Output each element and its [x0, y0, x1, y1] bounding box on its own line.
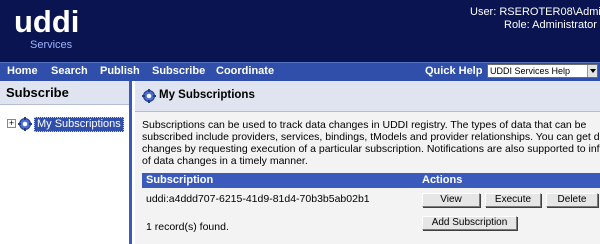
user-info: User: RSEROTER08\Administrator Role: Adm…	[470, 6, 600, 32]
logo-text: uddi	[14, 4, 80, 39]
content-pane: My Subscriptions Subscriptions can be us…	[135, 81, 600, 244]
quick-help-value: UDDI Services Help	[490, 66, 571, 76]
add-subscription-button[interactable]: Add Subscription	[422, 216, 517, 230]
left-pane-title: Subscribe	[0, 81, 129, 105]
left-pane: Subscribe + My Subscriptions	[0, 81, 132, 244]
expand-plus-icon[interactable]: +	[7, 119, 16, 128]
execute-button[interactable]: Execute	[485, 193, 541, 207]
tree-item-label[interactable]: My Subscriptions	[34, 117, 124, 132]
quick-help-label: Quick Help	[425, 65, 483, 77]
nav-coordinate[interactable]: Coordinate	[216, 65, 274, 77]
page-title-bar: My Subscriptions	[135, 81, 600, 112]
logo-subtitle: Services	[30, 39, 73, 51]
delete-button[interactable]: Delete	[546, 193, 598, 207]
subscription-key: uddi:a4ddd707-6215-41d9-81d4-70b3b5ab02b…	[146, 193, 370, 205]
user-line: User: RSEROTER08\Administrator	[470, 6, 600, 18]
view-button[interactable]: View	[422, 193, 480, 207]
table-header: Subscription Actions	[142, 173, 600, 188]
description-text: Subscriptions can be used to track data …	[142, 119, 600, 167]
role-line: Role: Administrator	[504, 19, 597, 31]
page-title: My Subscriptions	[159, 89, 255, 101]
nav-home[interactable]: Home	[7, 65, 38, 77]
quick-help-select[interactable]: UDDI Services Help	[487, 64, 598, 78]
app-header: uddi Services User: RSEROTER08\Administr…	[0, 0, 600, 62]
column-header-subscription: Subscription	[146, 174, 214, 186]
nav-publish[interactable]: Publish	[100, 65, 140, 77]
dropdown-arrow-icon[interactable]	[587, 65, 597, 77]
main-nav: Home Search Publish Subscribe Coordinate…	[0, 62, 600, 81]
subscription-gear-icon	[18, 117, 32, 131]
column-header-actions: Actions	[422, 174, 463, 186]
subscription-gear-icon	[142, 89, 156, 103]
nav-search[interactable]: Search	[51, 65, 88, 77]
nav-subscribe[interactable]: Subscribe	[152, 65, 205, 77]
records-found-text: 1 record(s) found.	[146, 221, 229, 233]
